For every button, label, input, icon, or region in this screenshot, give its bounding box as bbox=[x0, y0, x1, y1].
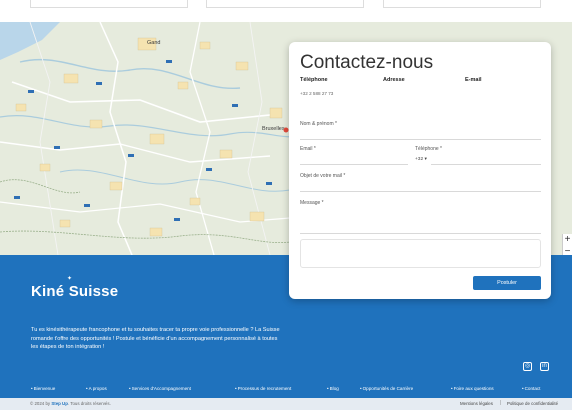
map-label-bruxelles: Bruxelles bbox=[262, 126, 285, 132]
phone-heading: Téléphone bbox=[300, 77, 328, 83]
email-heading: E-mail bbox=[465, 77, 482, 83]
copyright-brand-link[interactable]: Step Up bbox=[51, 401, 68, 406]
nav-item-blog[interactable]: Blog bbox=[327, 386, 339, 391]
name-label: Nom & prénom * bbox=[300, 121, 337, 127]
nav-item-services[interactable]: Services d'Accompagnement bbox=[129, 386, 191, 391]
zoom-out-icon[interactable]: − bbox=[563, 246, 572, 255]
nav-item-a-propos[interactable]: A propos bbox=[86, 386, 107, 391]
nav-item-contact[interactable]: Contact bbox=[522, 386, 541, 391]
location-pin-icon[interactable] bbox=[283, 127, 289, 133]
phone-input[interactable] bbox=[431, 153, 541, 165]
top-strip bbox=[0, 0, 572, 22]
subject-input[interactable] bbox=[300, 180, 541, 192]
address-heading: Adresse bbox=[383, 77, 405, 83]
top-card bbox=[383, 0, 541, 8]
message-label: Message * bbox=[300, 200, 324, 206]
linkedin-icon[interactable]: in bbox=[540, 362, 549, 371]
map-label-gand: Gand bbox=[147, 40, 160, 46]
nav-item-faq[interactable]: Foire aux questions bbox=[451, 386, 494, 391]
legal-notice-link[interactable]: Mentions légales bbox=[460, 401, 493, 406]
phone-value[interactable]: +32 2 588 27 73 bbox=[300, 91, 376, 98]
phone-prefix-select[interactable]: +32 ▾ bbox=[415, 157, 427, 162]
nav-item-bienvenue[interactable]: Bienvenue bbox=[31, 386, 56, 391]
legal-separator: | bbox=[500, 400, 502, 406]
email-label: Email * bbox=[300, 146, 316, 152]
contact-title: Contactez-nous bbox=[300, 52, 434, 73]
zoom-in-icon[interactable]: + bbox=[563, 234, 572, 246]
footer-nav: Bienvenue A propos Services d'Accompagne… bbox=[26, 386, 556, 396]
brand-logo[interactable]: Kiné Suisse bbox=[31, 283, 118, 300]
footer-pitch: Tu es kinésithérapeute francophone et tu… bbox=[31, 327, 280, 351]
message-textarea[interactable] bbox=[300, 209, 541, 234]
file-dropzone[interactable] bbox=[300, 239, 541, 268]
top-card bbox=[30, 0, 188, 8]
subject-label: Objet de votre mail * bbox=[300, 173, 346, 179]
zoom-control[interactable]: + − bbox=[562, 234, 572, 255]
top-card bbox=[206, 0, 364, 8]
contact-card: Contactez-nous Téléphone Adresse E-mail … bbox=[289, 42, 551, 299]
nav-item-processus[interactable]: Processus de recrutement bbox=[235, 386, 292, 391]
instagram-icon[interactable]: ◎ bbox=[523, 362, 532, 371]
phone-label: Téléphone * bbox=[415, 146, 442, 152]
privacy-policy-link[interactable]: Politique de confidentialité bbox=[507, 401, 558, 406]
name-input[interactable] bbox=[300, 128, 541, 140]
submit-button[interactable]: Postuler bbox=[473, 276, 541, 290]
nav-item-opportunites[interactable]: Opportunités de Carrière bbox=[360, 386, 414, 391]
email-input[interactable] bbox=[300, 153, 408, 165]
copyright: © 2024 by Step Up. Tous droits réservés. bbox=[30, 401, 111, 406]
brand-star-icon: ✦ bbox=[67, 276, 73, 282]
